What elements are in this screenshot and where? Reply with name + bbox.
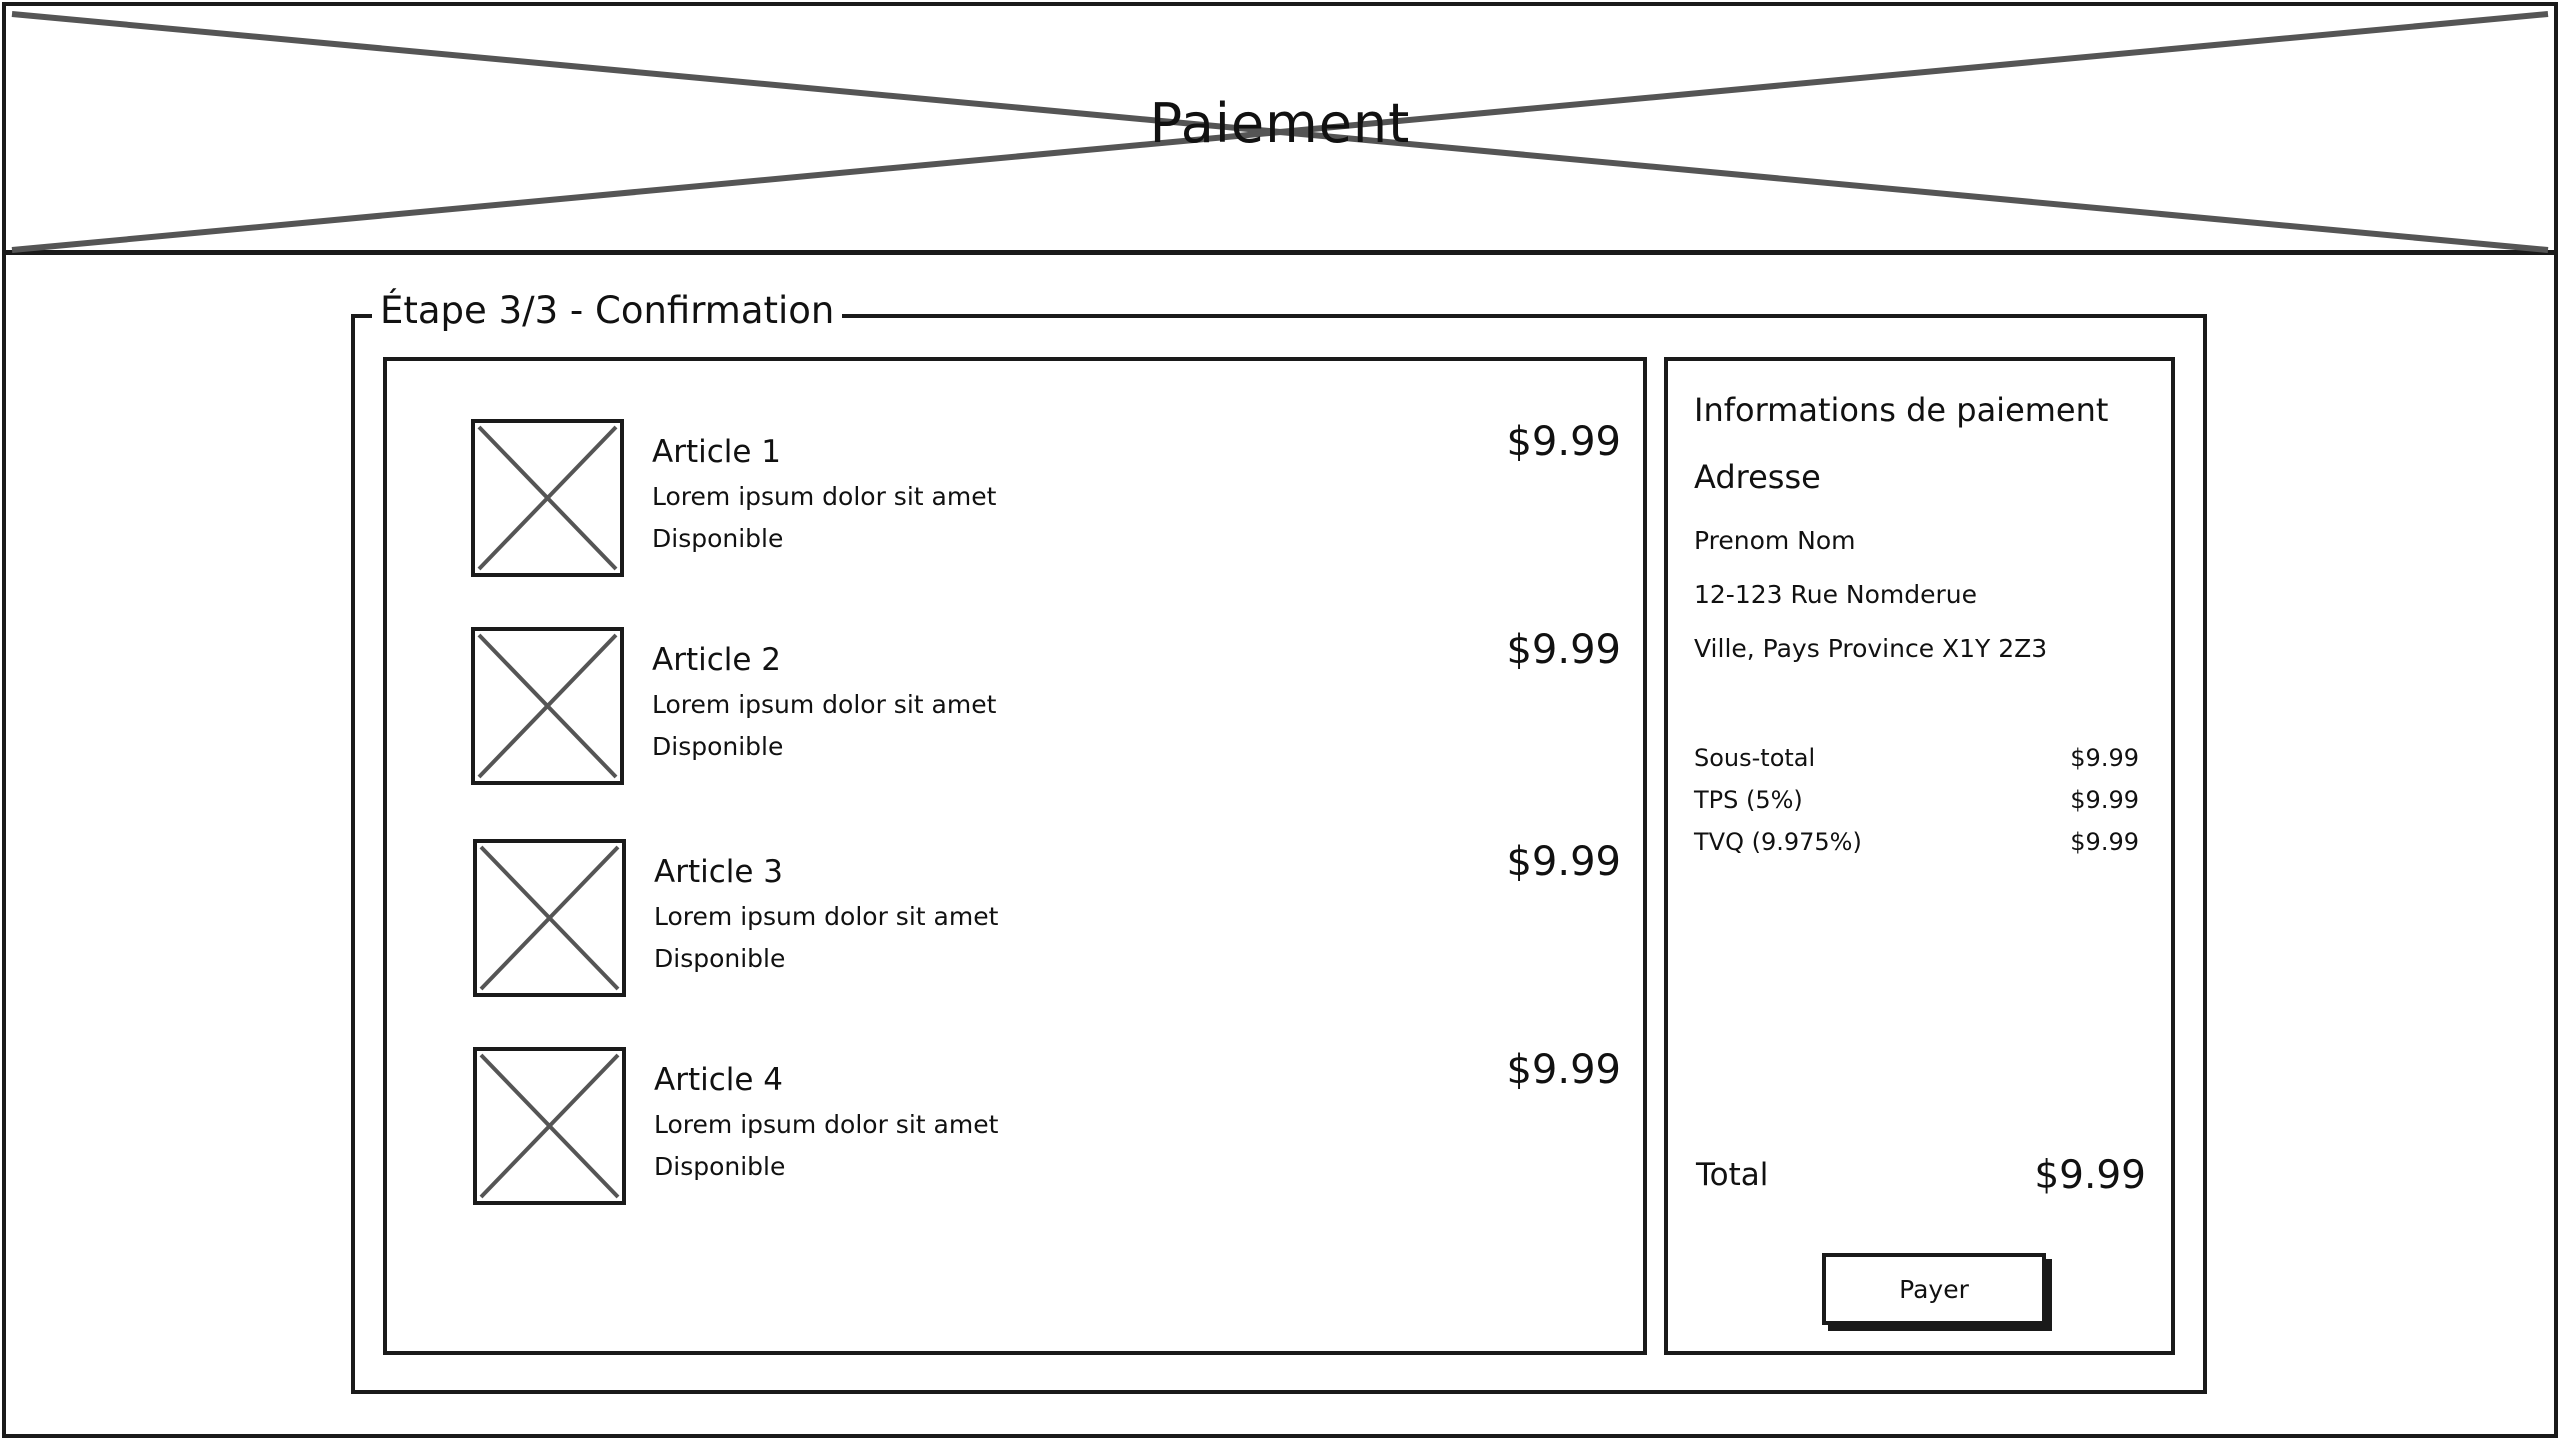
- address-name: Prenom Nom: [1694, 526, 1856, 555]
- address-heading: Adresse: [1694, 458, 1821, 496]
- item-thumbnail: [473, 839, 626, 997]
- item-name: Article 2: [652, 642, 782, 678]
- item-name: Article 3: [654, 854, 784, 890]
- summary-row-tps: TPS (5%) $9.99: [1694, 786, 2139, 822]
- item-description: Lorem ipsum dolor sit amet: [654, 1110, 999, 1139]
- page-title: Paiement: [1149, 92, 1411, 155]
- item-description: Lorem ipsum dolor sit amet: [654, 902, 999, 931]
- address-city: Ville, Pays Province X1Y 2Z3: [1694, 634, 2048, 663]
- cart-item: Article 2 Lorem ipsum dolor sit amet Dis…: [471, 627, 1621, 785]
- item-thumbnail: [471, 627, 624, 785]
- summary-label: TVQ (9.975%): [1694, 828, 1862, 856]
- summary-row-subtotal: Sous-total $9.99: [1694, 744, 2139, 780]
- summary-label: TPS (5%): [1694, 786, 1803, 814]
- item-price: $9.99: [1506, 627, 1621, 673]
- image-placeholder-icon: [477, 425, 618, 571]
- item-thumbnail: [471, 419, 624, 577]
- total-row: Total $9.99: [1694, 1153, 2146, 1203]
- item-price: $9.99: [1506, 839, 1621, 885]
- summary-value: $9.99: [2070, 744, 2139, 772]
- image-placeholder-icon: [479, 1053, 620, 1199]
- step-legend: Étape 3/3 - Confirmation: [372, 286, 843, 336]
- item-availability: Disponible: [654, 1152, 786, 1181]
- item-price: $9.99: [1506, 419, 1621, 465]
- image-placeholder-icon: [479, 845, 620, 991]
- cart-item: Article 3 Lorem ipsum dolor sit amet Dis…: [473, 839, 1623, 997]
- summary-label: Sous-total: [1694, 744, 1816, 772]
- item-description: Lorem ipsum dolor sit amet: [652, 690, 997, 719]
- item-availability: Disponible: [652, 524, 784, 553]
- cart-item: Article 1 Lorem ipsum dolor sit amet Dis…: [471, 419, 1621, 577]
- item-name: Article 4: [654, 1062, 784, 1098]
- total-label: Total: [1696, 1157, 1769, 1193]
- payment-heading: Informations de paiement: [1694, 391, 2109, 429]
- item-name: Article 1: [652, 434, 782, 470]
- item-description: Lorem ipsum dolor sit amet: [652, 482, 997, 511]
- pay-button[interactable]: Payer: [1822, 1253, 2046, 1325]
- cart-item: Article 4 Lorem ipsum dolor sit amet Dis…: [473, 1047, 1623, 1205]
- item-price: $9.99: [1506, 1047, 1621, 1093]
- image-placeholder-icon: [477, 633, 618, 779]
- address-street: 12-123 Rue Nomderue: [1694, 580, 1978, 609]
- page-header: Paiement: [6, 6, 2554, 255]
- item-availability: Disponible: [654, 944, 786, 973]
- summary-value: $9.99: [2070, 828, 2139, 856]
- summary-row-tvq: TVQ (9.975%) $9.99: [1694, 828, 2139, 864]
- item-availability: Disponible: [652, 732, 784, 761]
- item-thumbnail: [473, 1047, 626, 1205]
- total-value: $9.99: [2034, 1153, 2146, 1198]
- payment-info-panel: Informations de paiement Adresse Prenom …: [1664, 357, 2175, 1355]
- summary-value: $9.99: [2070, 786, 2139, 814]
- cart-items-panel: Article 1 Lorem ipsum dolor sit amet Dis…: [383, 357, 1647, 1355]
